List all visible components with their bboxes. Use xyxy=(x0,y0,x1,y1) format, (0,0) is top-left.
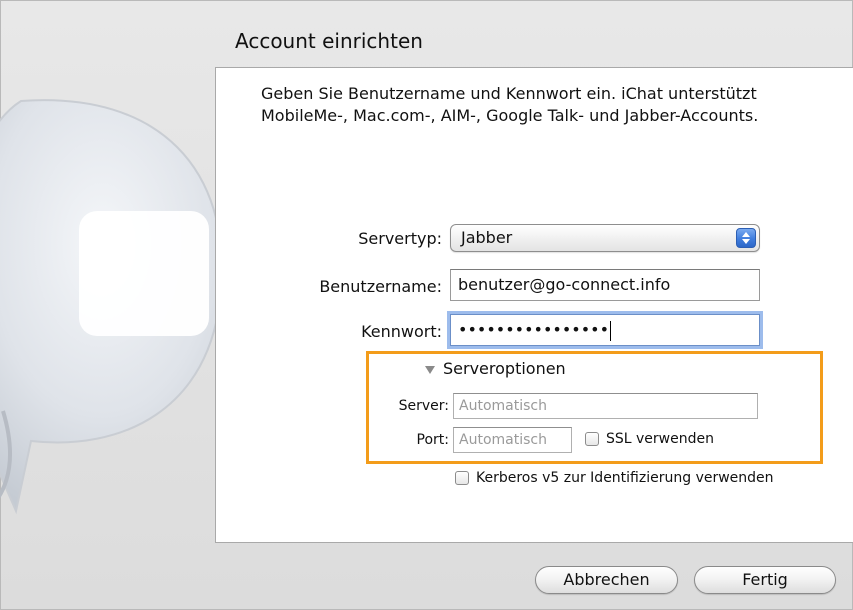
username-value: benutzer@go-connect.info xyxy=(458,275,671,294)
servertype-value: Jabber xyxy=(461,228,513,247)
server-placeholder: Automatisch xyxy=(459,398,547,414)
done-button[interactable]: Fertig xyxy=(694,566,836,594)
kerberos-checkbox[interactable] xyxy=(455,471,469,485)
server-label: Server: xyxy=(398,398,449,414)
text-caret xyxy=(610,320,611,341)
password-label: Kennwort: xyxy=(361,322,442,341)
ssl-label: SSL verwenden xyxy=(606,431,714,447)
ssl-checkbox[interactable] xyxy=(585,432,599,446)
servertype-label: Servertyp: xyxy=(358,229,442,248)
port-placeholder: Automatisch xyxy=(459,432,547,448)
cancel-button[interactable]: Abbrechen xyxy=(535,566,678,594)
intro-text: Geben Sie Benutzername und Kennwort ein.… xyxy=(261,84,759,125)
port-field[interactable]: Automatisch xyxy=(453,427,572,453)
serveroptions-toggle[interactable]: Serveroptionen xyxy=(425,359,566,378)
popup-arrows-icon xyxy=(736,228,756,248)
disclosure-triangle-icon xyxy=(425,365,435,374)
password-field[interactable]: •••••••••••••••• xyxy=(450,314,760,346)
kerberos-label: Kerberos v5 zur Identifizierung verwende… xyxy=(476,470,774,486)
server-field[interactable]: Automatisch xyxy=(453,393,758,419)
serveroptions-label: Serveroptionen xyxy=(443,359,566,378)
servertype-popup[interactable]: Jabber xyxy=(450,224,760,252)
port-label: Port: xyxy=(416,432,449,448)
username-label: Benutzername: xyxy=(319,277,442,296)
username-field[interactable]: benutzer@go-connect.info xyxy=(450,269,760,301)
password-value: •••••••••••••••• xyxy=(458,320,609,339)
dialog-title: Account einrichten xyxy=(235,29,423,53)
setup-window: Account einrichten Geben Sie Benutzernam… xyxy=(0,0,853,610)
